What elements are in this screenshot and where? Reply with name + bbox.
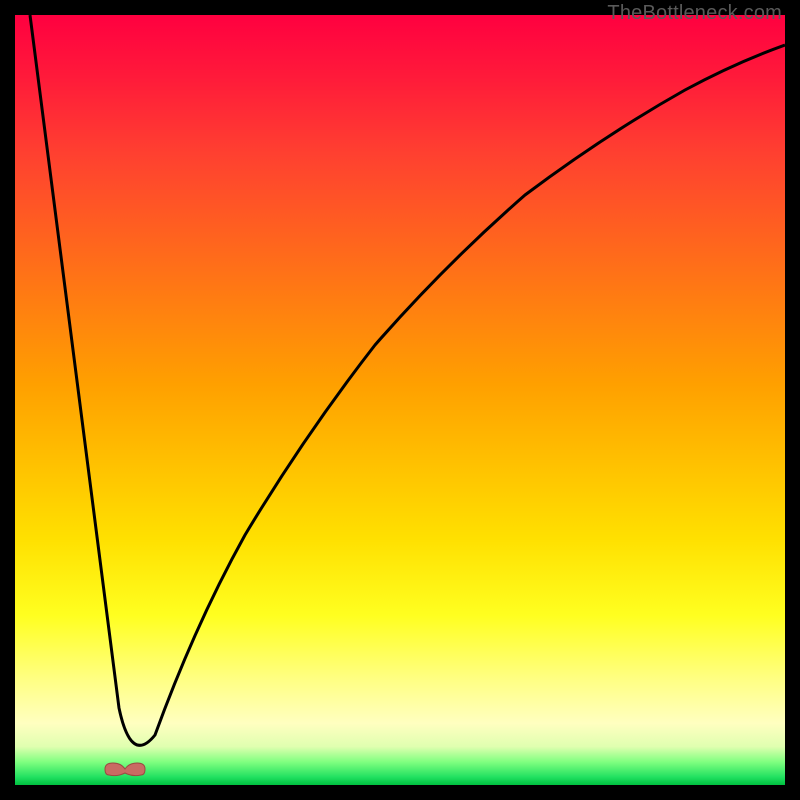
watermark-text: TheBottleneck.com bbox=[607, 2, 782, 25]
optimal-marker bbox=[101, 757, 149, 785]
curve-svg bbox=[15, 15, 785, 785]
bottleneck-curve bbox=[30, 15, 785, 745]
plot-area bbox=[15, 15, 785, 785]
chart-container: TheBottleneck.com bbox=[0, 0, 800, 800]
bean-marker-icon bbox=[105, 763, 145, 776]
